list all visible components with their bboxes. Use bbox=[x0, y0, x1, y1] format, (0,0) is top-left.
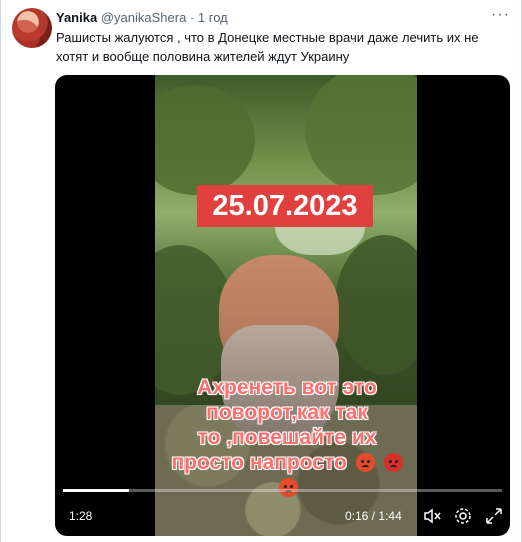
mute-icon[interactable] bbox=[422, 506, 442, 526]
caption-line-4: просто напросто bbox=[163, 450, 411, 475]
caption-line: просто напросто bbox=[171, 451, 347, 474]
emoji-angry-icon bbox=[383, 453, 403, 472]
remaining-time: 1:28 bbox=[69, 509, 93, 523]
separator: · bbox=[189, 10, 195, 25]
foliage bbox=[155, 85, 255, 195]
elapsed-time: 0:16 bbox=[345, 509, 369, 523]
fullscreen-icon[interactable] bbox=[484, 506, 504, 526]
video-player[interactable]: 25.07.2023 Ахренеть вот это поворот,как … bbox=[55, 75, 510, 536]
tweet-header: Yanika @yanikaShera · 1 год bbox=[56, 9, 228, 27]
caption-line: Ахренеть вот это bbox=[197, 376, 377, 399]
caption-line-5 bbox=[163, 475, 411, 500]
tweet-text: Рашисты жалуются , что в Донецке местные… bbox=[56, 30, 479, 64]
caption-line: поворот,как так bbox=[206, 401, 368, 424]
author-name[interactable]: Yanika bbox=[56, 10, 97, 25]
foliage bbox=[305, 75, 417, 195]
duration: 1:44 bbox=[378, 509, 402, 523]
caption-line: то ,повешайте их bbox=[197, 426, 377, 449]
timecode: 0:16 / 1:44 bbox=[345, 509, 402, 523]
more-options-icon[interactable]: ··· bbox=[491, 6, 510, 24]
emoji-angry-icon bbox=[279, 478, 298, 497]
avatar-image bbox=[12, 8, 52, 48]
timeline-border-left bbox=[0, 0, 1, 542]
foliage bbox=[335, 235, 417, 375]
video-caption: Ахренеть вот это поворот,как так то ,пов… bbox=[163, 375, 411, 500]
settings-icon[interactable] bbox=[453, 506, 473, 526]
author-handle[interactable]: @yanikaShera bbox=[101, 10, 186, 25]
date-overlay: 25.07.2023 bbox=[197, 185, 373, 227]
progress-fill bbox=[63, 489, 129, 492]
time-separator: / bbox=[371, 509, 376, 523]
tweet-time[interactable]: 1 год bbox=[198, 10, 228, 25]
progress-bar[interactable] bbox=[63, 489, 502, 492]
emoji-angry-icon bbox=[355, 453, 375, 472]
avatar[interactable] bbox=[12, 8, 52, 48]
